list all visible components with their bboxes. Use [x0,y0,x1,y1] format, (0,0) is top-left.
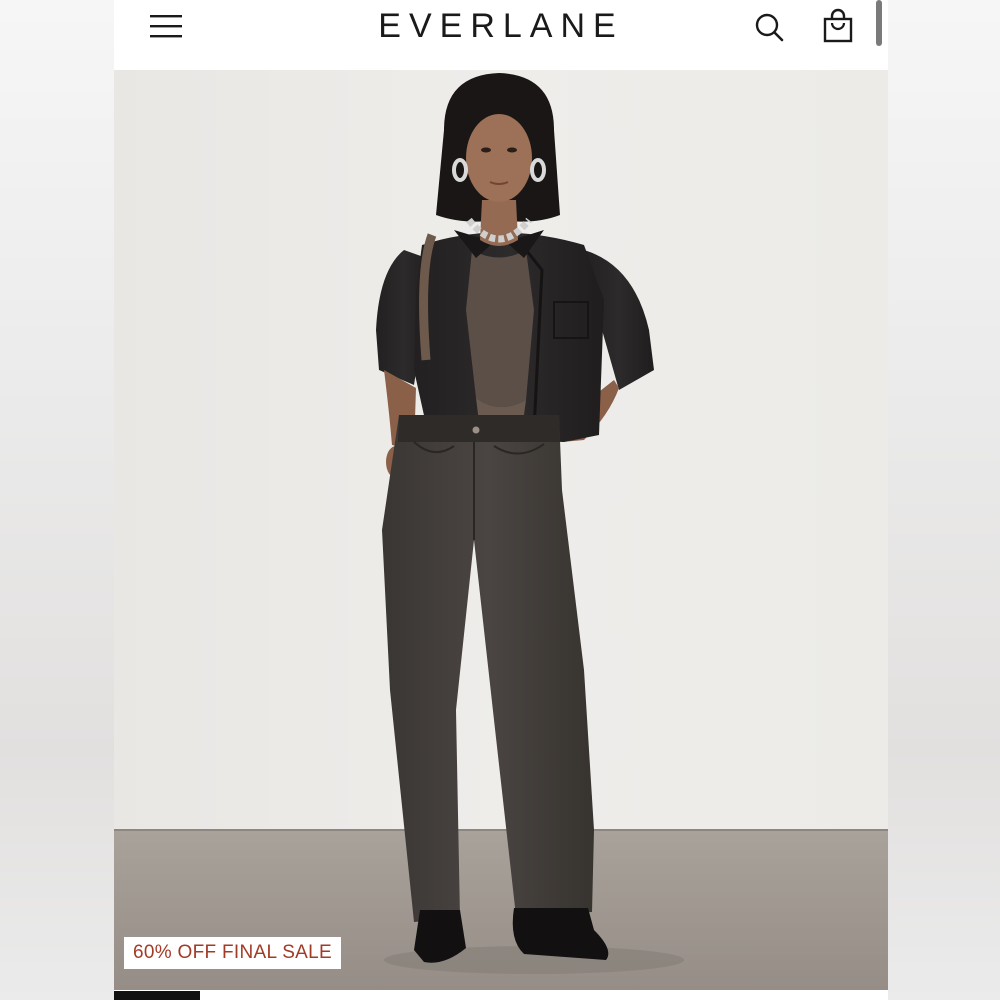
hero-product-image[interactable]: 60% OFF FINAL SALE [114,70,888,990]
page-background-right [888,0,1000,1000]
carousel-progress-indicator[interactable] [114,991,200,1000]
model-photo [114,70,888,990]
hamburger-menu-icon[interactable] [148,13,184,41]
phone-screen: EVERLANE 60% OFF FINAL SALE [114,0,888,1000]
scrollbar[interactable] [876,0,882,46]
page-background-left [0,0,114,1000]
shopping-bag-icon[interactable] [820,8,856,44]
site-header: EVERLANE [114,0,888,70]
carousel-progress-track [114,990,888,1000]
sale-badge: 60% OFF FINAL SALE [124,937,341,969]
search-icon[interactable] [752,10,786,44]
